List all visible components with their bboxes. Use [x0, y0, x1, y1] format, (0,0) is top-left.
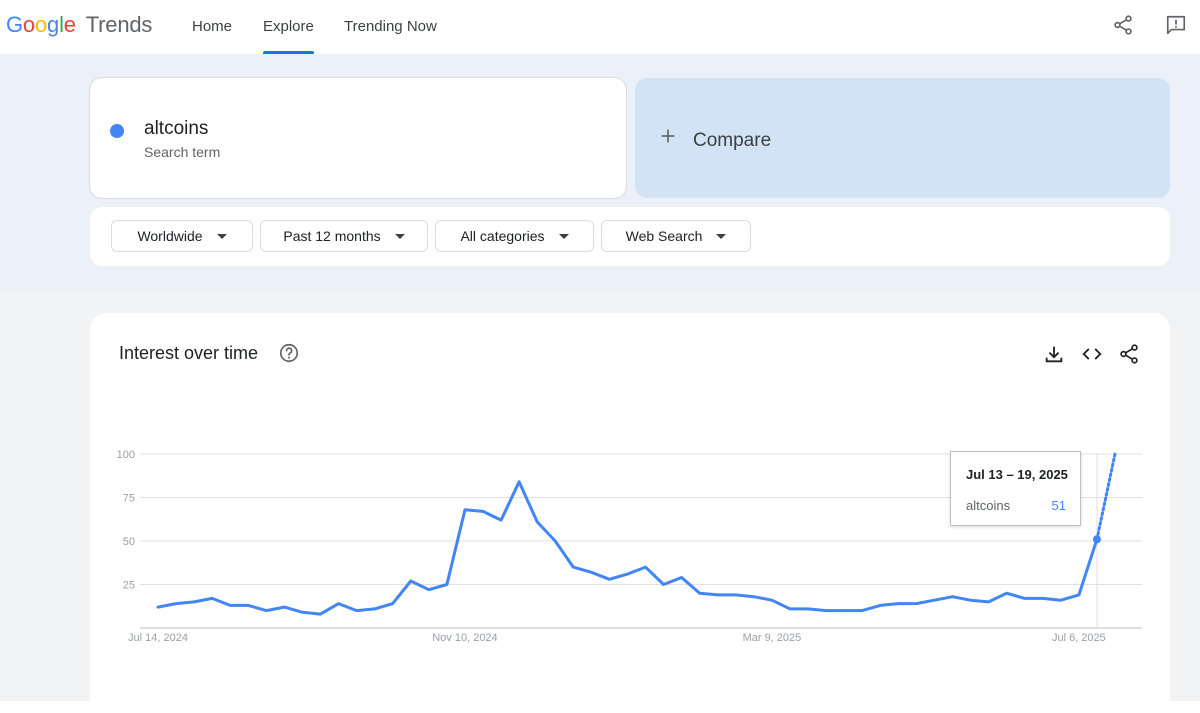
share-icon[interactable] [1112, 14, 1134, 36]
term-color-dot [110, 124, 124, 138]
time-filter-label: Past 12 months [283, 228, 381, 244]
search-term-card[interactable]: altcoins Search term [90, 78, 626, 198]
region-filter[interactable]: Worldwide [111, 220, 253, 252]
nav-home[interactable]: Home [192, 18, 232, 35]
logo-trends: Trends [85, 12, 153, 37]
partial-data-line [1095, 452, 1117, 541]
tooltip-date: Jul 13 – 19, 2025 [966, 467, 1068, 482]
x-tick-label: Mar 9, 2025 [743, 632, 802, 644]
logo-google: Google [6, 12, 76, 37]
plus-icon [661, 129, 675, 143]
x-tick-label: Jul 6, 2025 [1052, 632, 1106, 644]
tooltip-value: 51 [1051, 498, 1066, 513]
caret-down-icon [216, 233, 227, 239]
caret-down-icon [394, 233, 405, 239]
y-tick-label: 100 [117, 449, 135, 461]
compare-button[interactable]: Compare [635, 78, 1170, 198]
x-tick-label: Nov 10, 2024 [432, 632, 497, 644]
interest-over-time-card: Interest over time 25 50 75 100 Jul 14, 2024… [90, 313, 1170, 713]
y-tick-label: 75 [123, 493, 135, 505]
nav-trending-now[interactable]: Trending Now [344, 18, 437, 35]
search-term-subtitle: Search term [144, 144, 221, 160]
x-tick-label: Jul 14, 2024 [128, 632, 188, 644]
tooltip-term: altcoins [966, 498, 1011, 513]
y-tick-label: 50 [123, 536, 135, 548]
nav-explore[interactable]: Explore [263, 18, 314, 35]
y-tick-label: 25 [123, 580, 135, 592]
property-filter[interactable]: Web Search [601, 220, 751, 252]
chart-tooltip: Jul 13 – 19, 2025 altcoins 51 [950, 451, 1081, 526]
caret-down-icon [716, 233, 727, 239]
category-filter-label: All categories [460, 228, 545, 244]
category-filter[interactable]: All categories [435, 220, 594, 252]
property-filter-label: Web Search [625, 228, 703, 244]
filter-bar: Worldwide Past 12 months All categories … [90, 207, 1170, 266]
google-trends-logo[interactable]: Google Trends [6, 12, 152, 38]
caret-down-icon [558, 233, 569, 239]
search-term[interactable]: altcoins [144, 118, 208, 140]
compare-label: Compare [693, 130, 772, 151]
top-bar: Google Trends Home Explore Trending Now [0, 0, 1200, 54]
feedback-icon[interactable] [1165, 14, 1187, 36]
time-filter[interactable]: Past 12 months [260, 220, 428, 252]
region-filter-label: Worldwide [137, 228, 203, 244]
highlighted-point [1092, 535, 1101, 544]
